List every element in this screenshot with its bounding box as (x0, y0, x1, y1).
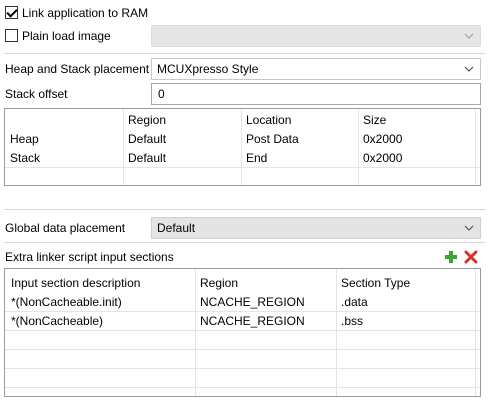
cell-region: Default (128, 132, 167, 146)
heap-stack-label: Heap and Stack placement (5, 62, 150, 76)
table-row (5, 369, 480, 388)
cell-size: 0x2000 (363, 151, 403, 165)
column-header: Size (363, 113, 387, 127)
plain-load-select[interactable] (151, 25, 481, 47)
column-header: Section Type (341, 276, 411, 290)
cell-section-type: .bss (341, 314, 364, 328)
green-plus-icon[interactable] (444, 250, 458, 264)
link-to-ram-label: Link application to RAM (22, 6, 149, 20)
cell-region: NCACHE_REGION (200, 314, 305, 328)
chevron-down-icon (464, 33, 474, 39)
stack-offset-label: Stack offset (5, 87, 68, 101)
link-to-ram-checkbox[interactable] (5, 6, 18, 19)
cell-section-type: .data (341, 295, 368, 309)
extra-sections-table[interactable]: Input section description Region Section… (4, 268, 481, 397)
cell-location: End (246, 151, 268, 165)
table-header: Region Location Size (5, 111, 480, 130)
table-row (5, 350, 480, 369)
cell-name: Stack (10, 151, 41, 165)
column-header: Region (128, 113, 167, 127)
plain-load-checkbox[interactable] (5, 29, 18, 42)
cell-description: *(NonCacheable.init) (11, 295, 122, 309)
column-header: Location (246, 113, 292, 127)
table-row[interactable]: Heap Default Post Data 0x2000 (5, 130, 480, 149)
global-data-label: Global data placement (5, 221, 126, 235)
cell-size: 0x2000 (363, 132, 403, 146)
cell-region: NCACHE_REGION (200, 295, 305, 309)
cell-name: Heap (10, 132, 39, 146)
chevron-down-icon (464, 225, 474, 231)
column-header: Region (200, 276, 239, 290)
separator (4, 242, 485, 243)
heap-stack-table[interactable]: Region Location Size Heap Default Post D… (4, 108, 481, 186)
heap-stack-value: MCUXpresso Style (157, 62, 259, 76)
heap-stack-select[interactable]: MCUXpresso Style (151, 58, 481, 80)
stack-offset-input[interactable]: 0 (151, 83, 481, 105)
global-data-select[interactable]: Default (151, 217, 481, 239)
table-header: Input section description Region Section… (5, 274, 480, 293)
column-header: Input section description (11, 276, 141, 290)
table-row (5, 331, 480, 350)
separator (4, 209, 485, 210)
cell-region: Default (128, 151, 167, 165)
separator (4, 53, 485, 54)
extra-sections-label: Extra linker script input sections (5, 250, 174, 264)
table-row[interactable]: *(NonCacheable.init) NCACHE_REGION .data (5, 293, 480, 312)
stack-offset-value: 0 (158, 87, 165, 101)
table-row[interactable]: *(NonCacheable) NCACHE_REGION .bss (5, 312, 480, 331)
chevron-down-icon (464, 66, 474, 72)
global-data-value: Default (157, 221, 196, 235)
cell-location: Post Data (246, 132, 299, 146)
red-x-icon[interactable] (464, 250, 478, 264)
cell-description: *(NonCacheable) (11, 314, 104, 328)
plain-load-label: Plain load image (22, 29, 111, 43)
table-row[interactable]: Stack Default End 0x2000 (5, 149, 480, 168)
table-row (5, 168, 480, 185)
